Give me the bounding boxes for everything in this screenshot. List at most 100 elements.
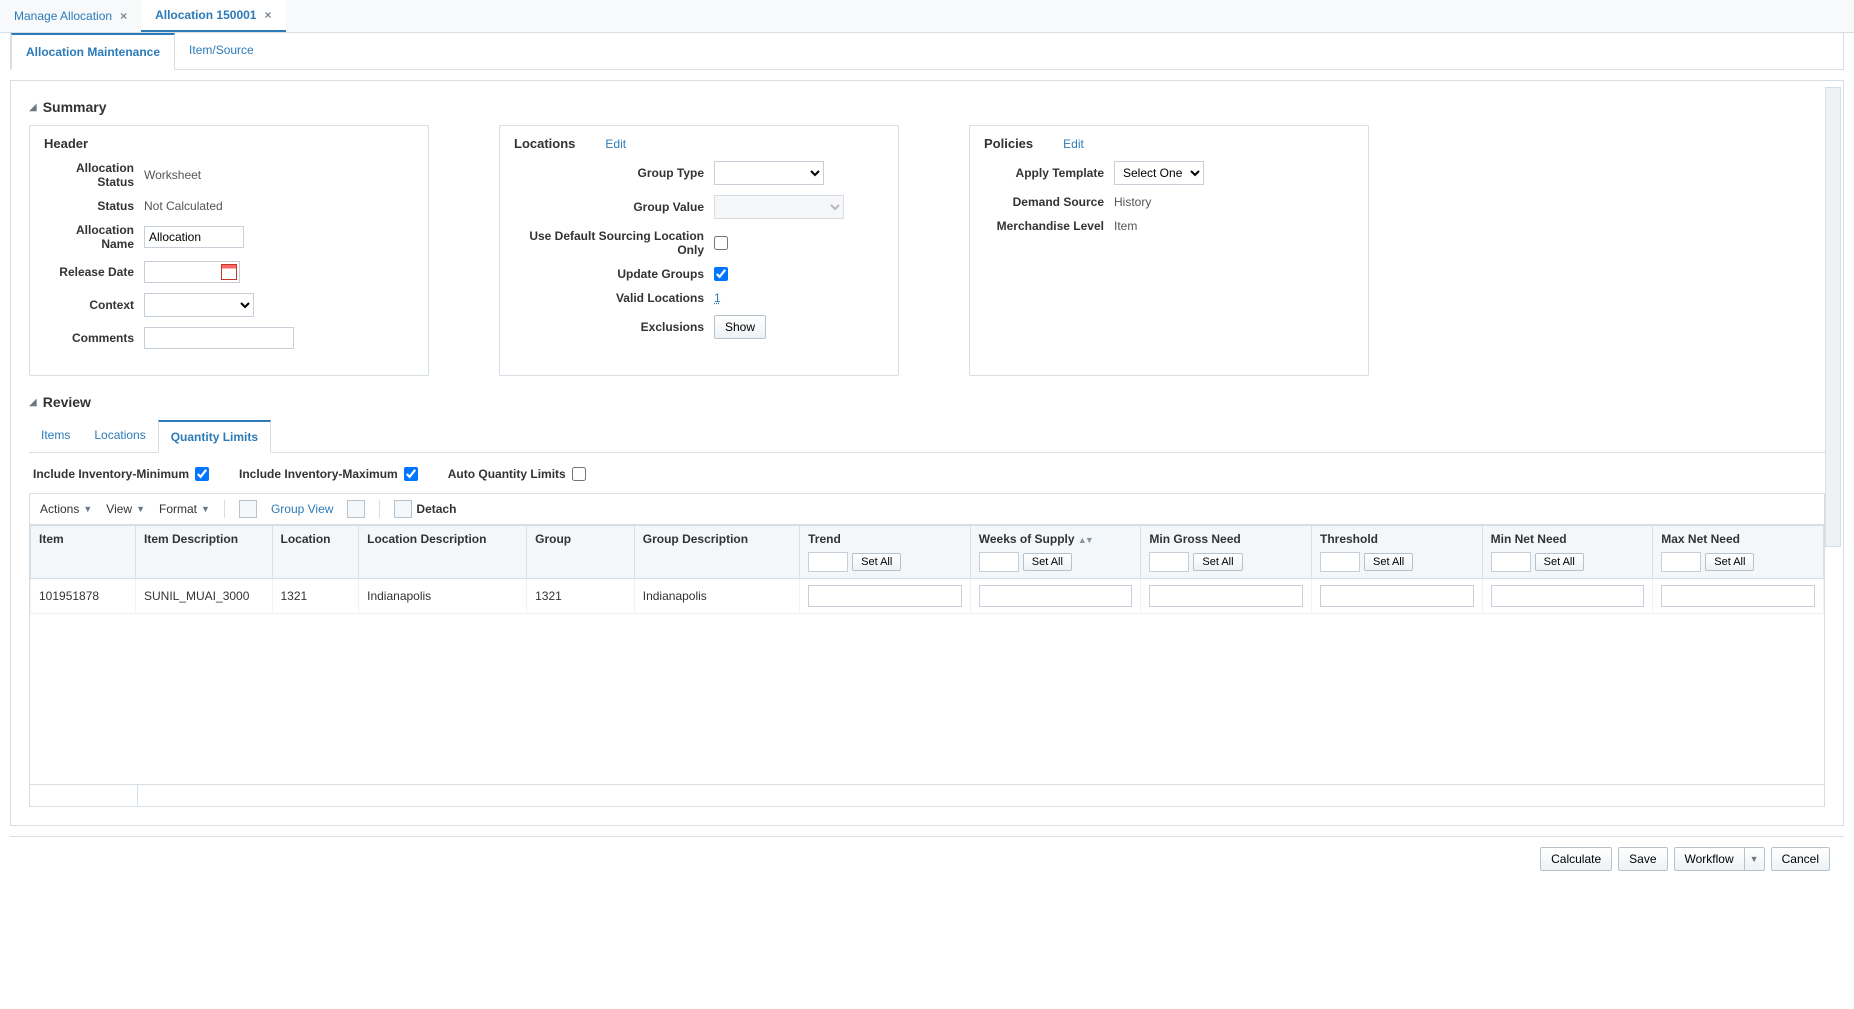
col-max-net-need[interactable]: Max Net Need Set All bbox=[1653, 526, 1824, 579]
grid-footer bbox=[30, 784, 1824, 806]
locations-panel: Locations Edit Group Type Group Value Us… bbox=[499, 125, 899, 376]
review-tabs: Items Locations Quantity Limits bbox=[29, 420, 1825, 453]
collapse-icon[interactable]: ◢ bbox=[29, 397, 37, 408]
comments-label: Comments bbox=[44, 331, 144, 345]
trend-input[interactable] bbox=[808, 585, 962, 607]
main-content: ◢ Summary Header Allocation Status Works… bbox=[10, 80, 1844, 826]
tab-item-source[interactable]: Item/Source bbox=[175, 33, 268, 69]
header-panel: Header Allocation Status Worksheet Statu… bbox=[29, 125, 429, 376]
col-min-gross-need[interactable]: Min Gross Need Set All bbox=[1141, 526, 1312, 579]
allocation-status-label: Allocation Status bbox=[44, 161, 144, 189]
top-tabs: Manage Allocation × Allocation 150001 × bbox=[0, 0, 1854, 33]
col-threshold[interactable]: Threshold Set All bbox=[1312, 526, 1483, 579]
context-select[interactable] bbox=[144, 293, 254, 317]
cell-location: 1321 bbox=[272, 579, 359, 614]
locations-edit-link[interactable]: Edit bbox=[605, 137, 626, 151]
cancel-button[interactable]: Cancel bbox=[1771, 847, 1830, 871]
demand-source-label: Demand Source bbox=[984, 195, 1114, 209]
wos-input[interactable] bbox=[979, 585, 1133, 607]
table-row[interactable]: 101951878 SUNIL_MUAI_3000 1321 Indianapo… bbox=[31, 579, 1824, 614]
demand-source-value: History bbox=[1114, 195, 1151, 209]
threshold-input[interactable] bbox=[1320, 585, 1474, 607]
actions-menu[interactable]: Actions▼ bbox=[40, 502, 92, 516]
allocation-name-input[interactable] bbox=[144, 226, 244, 248]
trend-setall-input[interactable] bbox=[808, 552, 848, 572]
merch-level-value: Item bbox=[1114, 219, 1137, 233]
apply-template-label: Apply Template bbox=[984, 166, 1114, 180]
close-icon[interactable]: × bbox=[264, 8, 271, 22]
trend-setall-button[interactable]: Set All bbox=[852, 553, 901, 571]
col-location[interactable]: Location bbox=[272, 526, 359, 579]
tab-label: Allocation 150001 bbox=[155, 8, 256, 22]
wos-setall-button[interactable]: Set All bbox=[1023, 553, 1072, 571]
tab-allocation-maintenance[interactable]: Allocation Maintenance bbox=[11, 33, 175, 70]
threshold-setall-input[interactable] bbox=[1320, 552, 1360, 572]
save-button[interactable]: Save bbox=[1618, 847, 1667, 871]
col-location-description[interactable]: Location Description bbox=[359, 526, 527, 579]
threshold-setall-button[interactable]: Set All bbox=[1364, 553, 1413, 571]
auto-quantity-limits[interactable]: Auto Quantity Limits bbox=[448, 467, 586, 481]
col-min-net-need[interactable]: Min Net Need Set All bbox=[1482, 526, 1653, 579]
detach-button[interactable]: Detach bbox=[394, 500, 456, 518]
export-icon[interactable] bbox=[347, 500, 365, 518]
release-date-input[interactable] bbox=[147, 263, 217, 281]
col-item[interactable]: Item bbox=[31, 526, 136, 579]
tab-quantity-limits[interactable]: Quantity Limits bbox=[158, 420, 271, 453]
apply-template-select[interactable]: Select One bbox=[1114, 161, 1204, 185]
view-menu[interactable]: View▼ bbox=[106, 502, 145, 516]
calendar-icon[interactable] bbox=[221, 264, 237, 280]
group-type-select[interactable] bbox=[714, 161, 824, 185]
minnet-setall-input[interactable] bbox=[1491, 552, 1531, 572]
minnet-input[interactable] bbox=[1491, 585, 1645, 607]
wos-setall-input[interactable] bbox=[979, 552, 1019, 572]
workflow-button[interactable]: Workflow bbox=[1674, 847, 1745, 871]
policies-panel: Policies Edit Apply Template Select One … bbox=[969, 125, 1369, 376]
tab-items[interactable]: Items bbox=[29, 420, 82, 452]
calculate-button[interactable]: Calculate bbox=[1540, 847, 1612, 871]
tab-manage-allocation[interactable]: Manage Allocation × bbox=[0, 0, 141, 32]
mingross-input[interactable] bbox=[1149, 585, 1303, 607]
maxnet-setall-input[interactable] bbox=[1661, 552, 1701, 572]
summary-header: ◢ Summary bbox=[29, 99, 1825, 115]
close-icon[interactable]: × bbox=[120, 9, 127, 23]
minnet-setall-button[interactable]: Set All bbox=[1535, 553, 1584, 571]
bottom-action-bar: Calculate Save Workflow ▼ Cancel bbox=[10, 836, 1844, 881]
comments-input[interactable] bbox=[144, 327, 294, 349]
panel-title: Header bbox=[44, 136, 88, 151]
vertical-scrollbar[interactable] bbox=[1825, 87, 1841, 547]
quantity-limits-grid: Actions▼ View▼ Format▼ Group View Detach… bbox=[29, 493, 1825, 807]
auto-limits-checkbox[interactable] bbox=[572, 467, 586, 481]
tab-locations[interactable]: Locations bbox=[82, 420, 157, 452]
format-menu[interactable]: Format▼ bbox=[159, 502, 210, 516]
include-inventory-maximum[interactable]: Include Inventory-Maximum bbox=[239, 467, 418, 481]
col-item-description[interactable]: Item Description bbox=[136, 526, 273, 579]
collapse-icon[interactable]: ◢ bbox=[29, 102, 37, 113]
group-value-select bbox=[714, 195, 844, 219]
col-weeks-of-supply[interactable]: Weeks of Supply ▲▼ Set All bbox=[970, 526, 1141, 579]
col-trend[interactable]: Trend Set All bbox=[800, 526, 971, 579]
workflow-dropdown-icon[interactable]: ▼ bbox=[1745, 847, 1765, 871]
data-table: Item Item Description Location Location … bbox=[30, 525, 1824, 614]
use-default-sourcing-checkbox[interactable] bbox=[714, 236, 728, 250]
include-inventory-minimum[interactable]: Include Inventory-Minimum bbox=[33, 467, 209, 481]
tab-allocation-150001[interactable]: Allocation 150001 × bbox=[141, 0, 285, 32]
sort-icon[interactable]: ▲▼ bbox=[1078, 535, 1092, 545]
policies-edit-link[interactable]: Edit bbox=[1063, 137, 1084, 151]
valid-locations-link[interactable]: 1 bbox=[714, 291, 721, 305]
wrap-icon[interactable] bbox=[239, 500, 257, 518]
release-date-label: Release Date bbox=[44, 265, 144, 279]
status-value: Not Calculated bbox=[144, 199, 223, 213]
workflow-splitbutton[interactable]: Workflow ▼ bbox=[1674, 847, 1765, 871]
maxnet-setall-button[interactable]: Set All bbox=[1705, 553, 1754, 571]
mingross-setall-button[interactable]: Set All bbox=[1193, 553, 1242, 571]
include-max-checkbox[interactable] bbox=[404, 467, 418, 481]
col-group[interactable]: Group bbox=[527, 526, 635, 579]
include-min-checkbox[interactable] bbox=[195, 467, 209, 481]
col-group-description[interactable]: Group Description bbox=[634, 526, 799, 579]
group-view-link[interactable]: Group View bbox=[271, 502, 333, 516]
grid-empty-space bbox=[30, 614, 1824, 784]
show-button[interactable]: Show bbox=[714, 315, 766, 339]
mingross-setall-input[interactable] bbox=[1149, 552, 1189, 572]
maxnet-input[interactable] bbox=[1661, 585, 1815, 607]
update-groups-checkbox[interactable] bbox=[714, 267, 728, 281]
